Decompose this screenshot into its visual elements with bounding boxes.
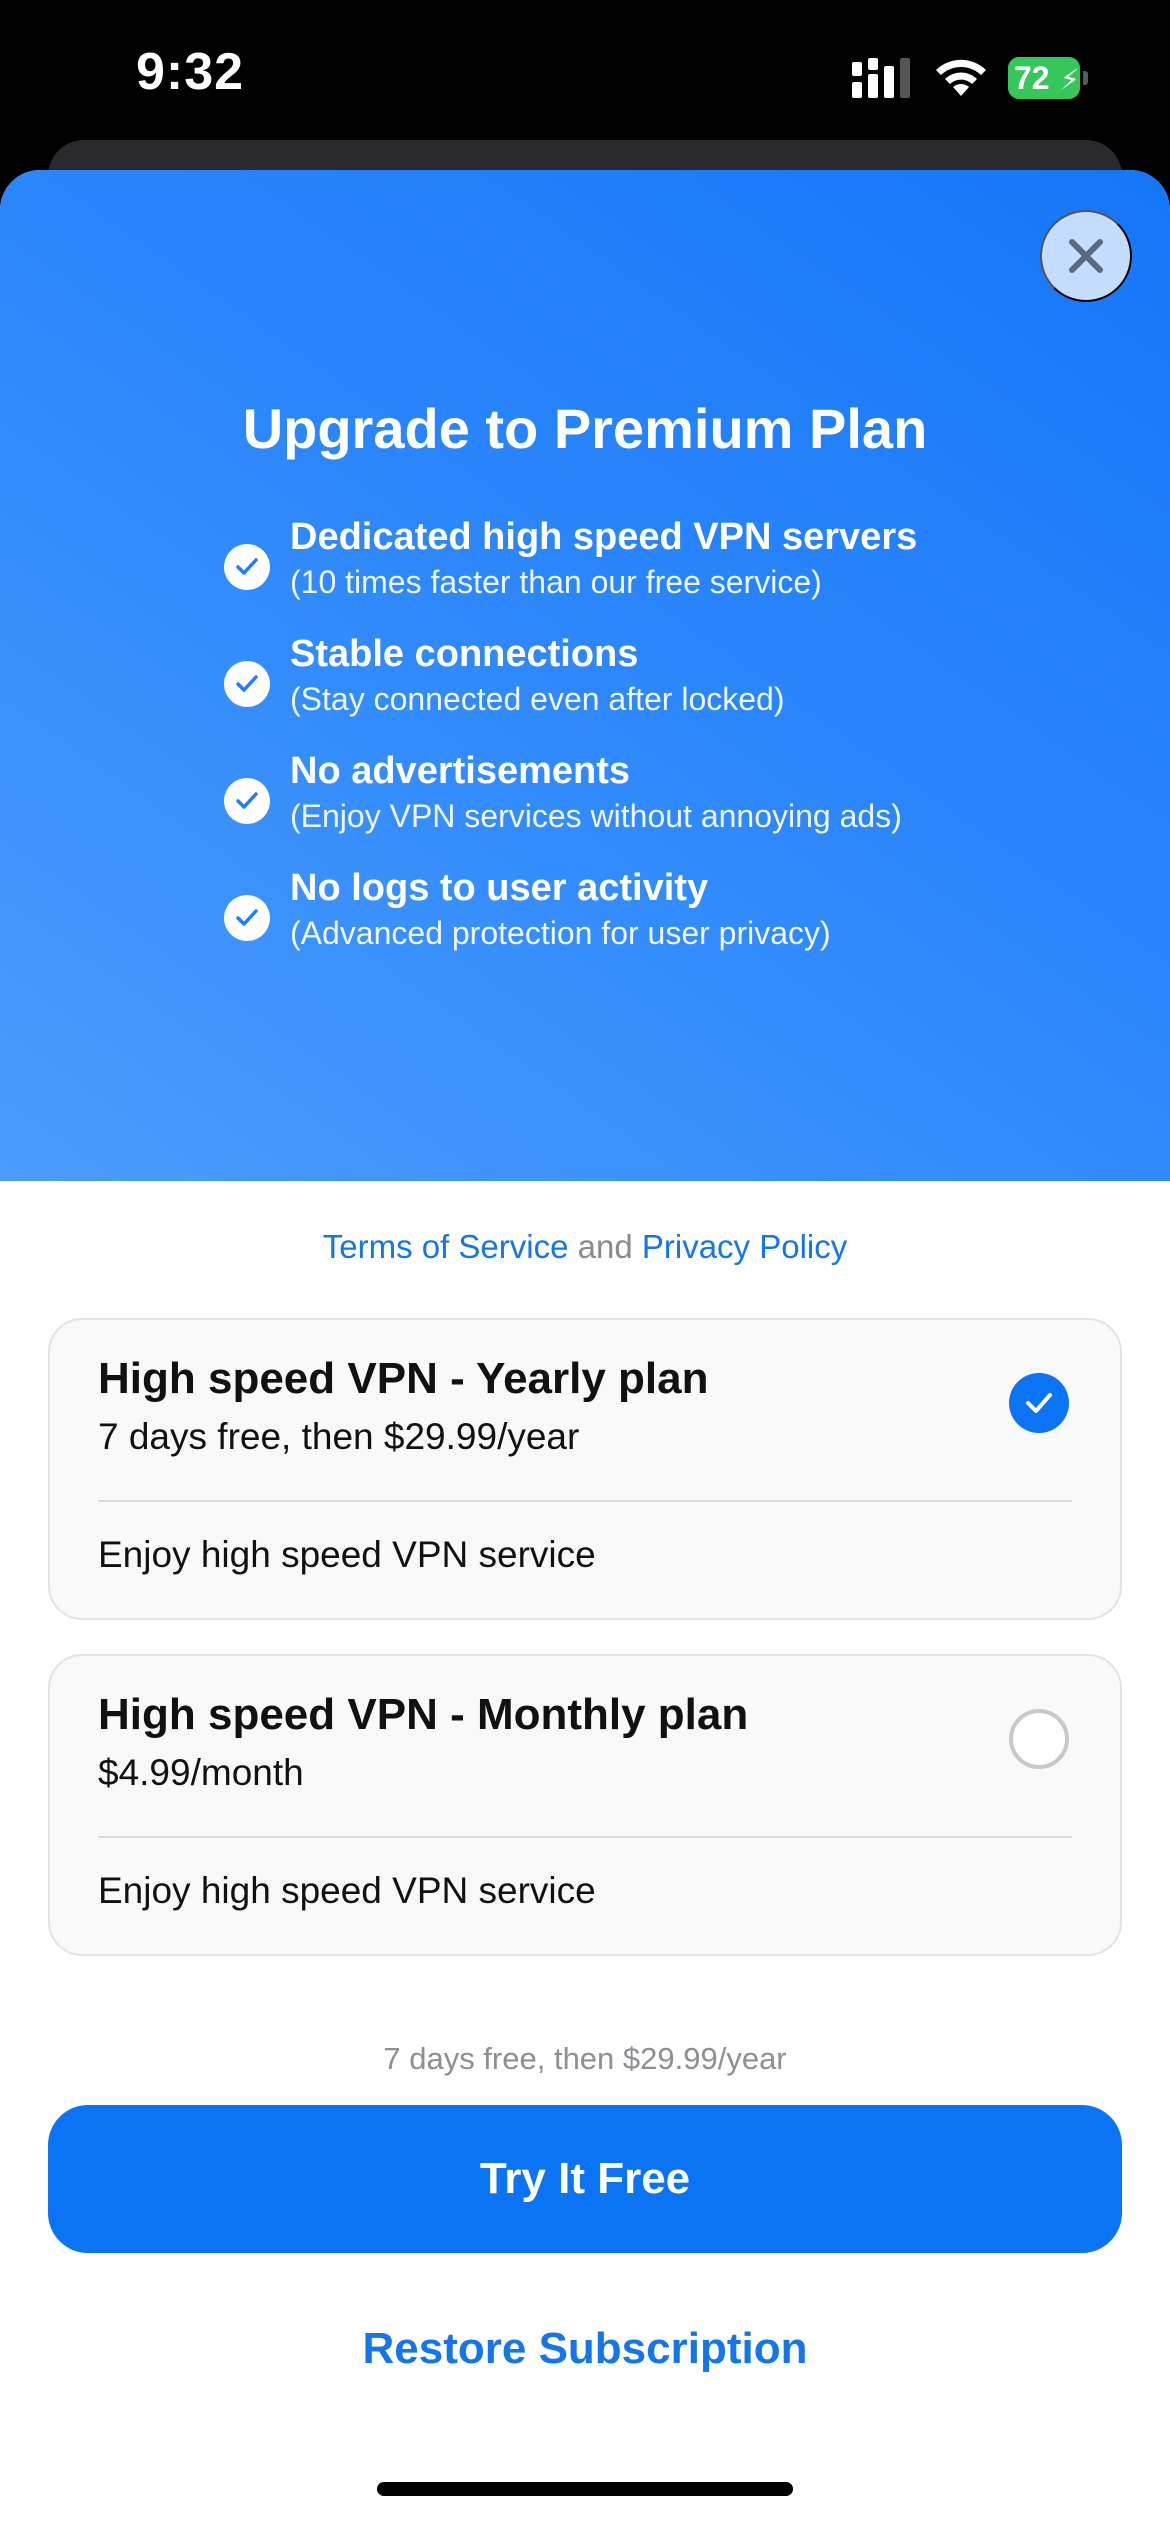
cellular-signal-icon — [852, 58, 910, 98]
charging-bolt-icon: ⚡ — [1060, 64, 1080, 95]
check-circle-icon — [224, 895, 270, 941]
plan-divider — [98, 1500, 1072, 1502]
plan-card-monthly[interactable]: High speed VPN - Monthly plan $4.99/mont… — [48, 1654, 1122, 1956]
plan-description: Enjoy high speed VPN service — [98, 1534, 596, 1575]
plan-price: 7 days free, then $29.99/year — [98, 1416, 580, 1457]
plan-price: $4.99/month — [98, 1752, 304, 1793]
battery-indicator: 72 ⚡ — [1008, 57, 1088, 99]
feature-subtitle: (Advanced protection for user privacy) — [290, 915, 831, 951]
feature-subtitle: (Enjoy VPN services without annoying ads… — [290, 798, 902, 834]
feature-title: Dedicated high speed VPN servers — [290, 516, 918, 558]
privacy-policy-link[interactable]: Privacy Policy — [642, 1228, 847, 1265]
links-separator: and — [577, 1228, 633, 1265]
feature-title: No advertisements — [290, 750, 631, 792]
selected-plan-summary: 7 days free, then $29.99/year — [383, 2041, 787, 2076]
status-time: 9:32 — [136, 43, 245, 101]
feature-title: Stable connections — [290, 633, 639, 675]
battery-body: 72 ⚡ — [1008, 57, 1080, 99]
wifi-icon — [936, 59, 986, 96]
battery-level: 72 — [1014, 60, 1050, 96]
home-indicator — [377, 2482, 793, 2496]
plan-divider — [98, 1836, 1072, 1838]
close-button[interactable] — [1040, 210, 1132, 302]
page-title: Upgrade to Premium Plan — [242, 397, 928, 460]
plan-card-yearly[interactable]: High speed VPN - Yearly plan 7 days free… — [48, 1318, 1122, 1620]
restore-subscription-button[interactable]: Restore Subscription — [0, 2324, 1170, 2374]
plan-description: Enjoy high speed VPN service — [98, 1870, 596, 1911]
paywall-sheet: Upgrade to Premium Plan Dedicated high s… — [0, 170, 1170, 2532]
feature-item: No advertisements (Enjoy VPN services wi… — [224, 750, 1084, 867]
feature-list: Dedicated high speed VPN servers (10 tim… — [224, 516, 1084, 984]
close-icon — [1069, 239, 1103, 273]
check-circle-icon — [224, 661, 270, 707]
feature-item: Stable connections (Stay connected even … — [224, 633, 1084, 750]
plan-name: High speed VPN - Monthly plan — [98, 1690, 749, 1739]
status-bar: 9:32 72 ⚡ — [0, 0, 1170, 150]
feature-item: No logs to user activity (Advanced prote… — [224, 867, 1084, 984]
terms-of-service-link[interactable]: Terms of Service — [323, 1228, 569, 1265]
checkmark-circle-filled-icon[interactable] — [1009, 1373, 1069, 1433]
empty-circle-icon[interactable] — [1009, 1709, 1069, 1769]
feature-item: Dedicated high speed VPN servers (10 tim… — [224, 516, 1084, 633]
check-circle-icon — [224, 778, 270, 824]
battery-cap — [1083, 71, 1088, 85]
hero-banner: Upgrade to Premium Plan Dedicated high s… — [0, 170, 1170, 1181]
feature-title: No logs to user activity — [290, 867, 709, 909]
feature-subtitle: (Stay connected even after locked) — [290, 681, 785, 717]
legal-links: Terms of Service and Privacy Policy — [0, 1228, 1170, 1266]
check-circle-icon — [224, 544, 270, 590]
try-it-free-button[interactable]: Try It Free — [48, 2105, 1122, 2253]
screen: 9:32 72 ⚡ Upgrade to Premium Plan Dedica… — [0, 0, 1170, 2532]
plan-name: High speed VPN - Yearly plan — [98, 1354, 709, 1403]
feature-subtitle: (10 times faster than our free service) — [290, 564, 822, 600]
